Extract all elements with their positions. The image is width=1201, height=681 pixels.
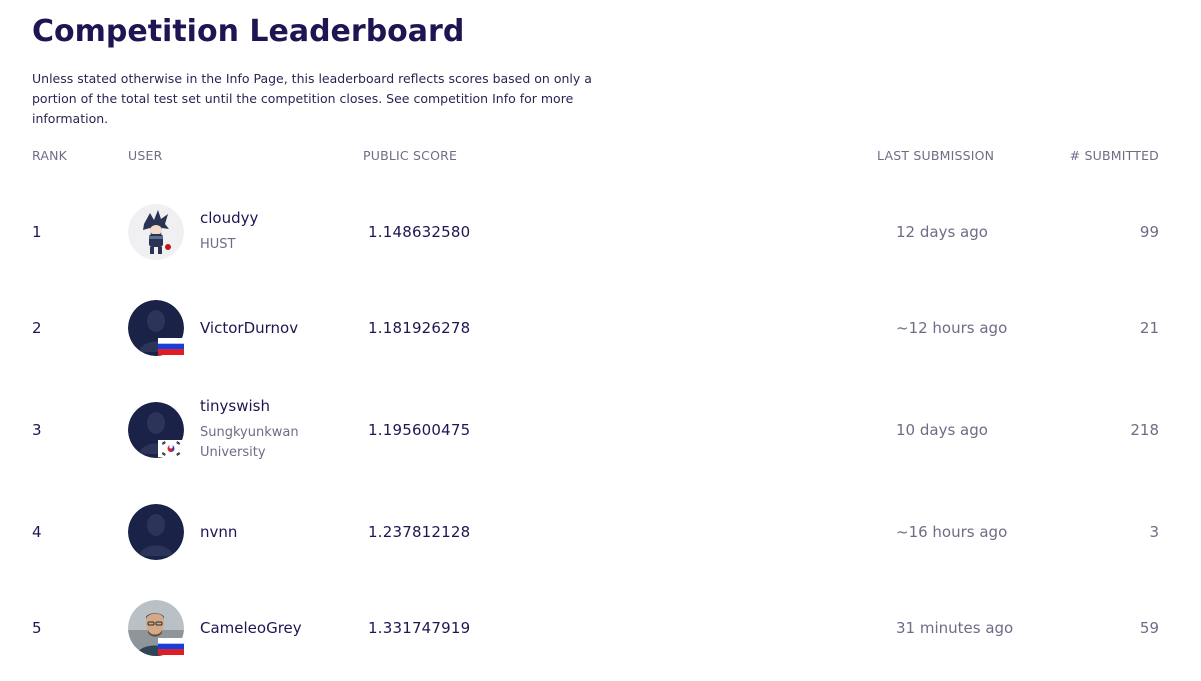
- avatar-image: [128, 204, 184, 260]
- submission-count: 59: [1139, 619, 1159, 637]
- last-submission: ~12 hours ago: [896, 319, 1008, 337]
- table-row: 2 VictorDurnov 1.181926278 ~12 hours ago…: [0, 286, 1201, 370]
- default-user-avatar-icon[interactable]: [128, 300, 184, 356]
- header-submitted[interactable]: # SUBMITTED: [1070, 148, 1159, 163]
- user-info: CameleoGrey: [200, 619, 302, 637]
- row-rank: 3: [32, 421, 42, 439]
- public-score: 1.237812128: [368, 523, 471, 541]
- user-info: tinyswish Sungkyunkwan University: [200, 397, 310, 463]
- last-submission: 12 days ago: [896, 223, 988, 241]
- page-description: Unless stated otherwise in the Info Page…: [32, 71, 592, 126]
- user-name-link[interactable]: nvnn: [200, 523, 237, 541]
- last-submission: 10 days ago: [896, 421, 988, 439]
- row-rank: 2: [32, 319, 42, 337]
- user-name-link[interactable]: VictorDurnov: [200, 319, 298, 337]
- submission-count: 218: [1130, 421, 1159, 439]
- avatar-image: [128, 504, 184, 560]
- public-score: 1.181926278: [368, 319, 471, 337]
- user-organization: Sungkyunkwan University: [200, 423, 310, 463]
- default-user-avatar-icon[interactable]: [128, 504, 184, 560]
- row-rank: 1: [32, 223, 42, 241]
- submission-count: 99: [1139, 223, 1159, 241]
- header-public-score[interactable]: PUBLIC SCORE: [363, 148, 457, 163]
- russia-flag-icon: [158, 638, 184, 655]
- user-info: cloudyy HUST: [200, 209, 258, 255]
- page-title: Competition Leaderboard: [32, 14, 465, 49]
- row-rank: 5: [32, 619, 42, 637]
- row-rank: 4: [32, 523, 42, 541]
- last-submission: 31 minutes ago: [896, 619, 1014, 637]
- user-info: VictorDurnov: [200, 319, 298, 337]
- user-organization: HUST: [200, 237, 236, 252]
- user-organization-text: Sungkyunkwan University: [200, 425, 299, 460]
- header-user: USER: [128, 148, 163, 163]
- public-score: 1.148632580: [368, 223, 471, 241]
- public-score: 1.195600475: [368, 421, 471, 439]
- default-user-avatar-icon[interactable]: [128, 402, 184, 458]
- table-row: 5 CameleoGrey 1.331747919 31 minutes ago…: [0, 586, 1201, 670]
- russia-flag-icon: [158, 338, 184, 355]
- user-name-link[interactable]: tinyswish: [200, 397, 310, 415]
- user-info: nvnn: [200, 523, 237, 541]
- submission-count: 21: [1139, 319, 1159, 337]
- header-rank[interactable]: RANK: [32, 148, 67, 163]
- public-score: 1.331747919: [368, 619, 471, 637]
- user-name-link[interactable]: CameleoGrey: [200, 619, 302, 637]
- submission-count: 3: [1149, 523, 1159, 541]
- user-photo-avatar-icon[interactable]: [128, 600, 184, 656]
- table-row: 4 nvnn 1.237812128 ~16 hours ago 3: [0, 490, 1201, 574]
- header-last-submission[interactable]: LAST SUBMISSION: [877, 148, 994, 163]
- anime-character-avatar-icon[interactable]: [128, 204, 184, 260]
- south-korea-flag-icon: [158, 440, 184, 457]
- table-row: 1 cloudyy HUST 1.148632580 12 days ago 9…: [0, 190, 1201, 274]
- leaderboard-page: Competition Leaderboard Unless stated ot…: [0, 0, 1201, 681]
- last-submission: ~16 hours ago: [896, 523, 1008, 541]
- table-row: 3 tinyswish Sungkyunkwan University 1.19…: [0, 382, 1201, 478]
- user-name-link[interactable]: cloudyy: [200, 209, 258, 227]
